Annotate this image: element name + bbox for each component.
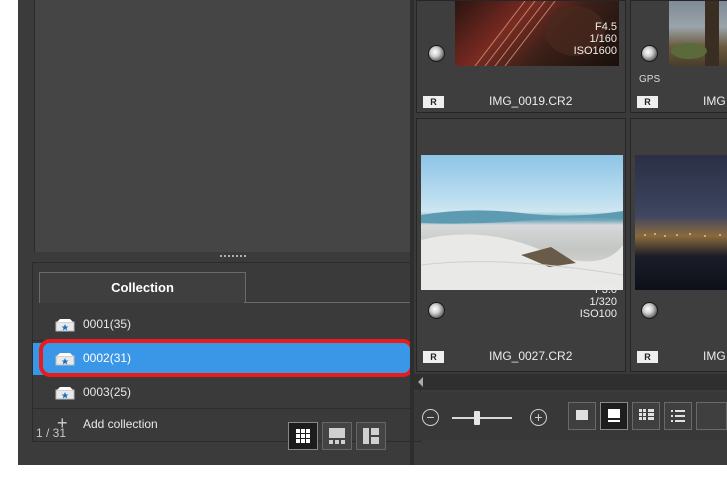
thumbnail-filename: IMG [703, 349, 726, 363]
large-thumbnail-button[interactable] [568, 402, 596, 430]
thumbnail-with-info-button[interactable] [600, 402, 628, 430]
thumbnail-cell[interactable]: GPS R IMG [630, 0, 727, 113]
tab-divider [244, 302, 420, 303]
zoom-slider-track[interactable] [452, 417, 512, 419]
zoom-in-icon[interactable]: + [530, 409, 547, 426]
thumbnail-grid: F4.5 1/160 ISO1600 R IMG_0019.CR2 GPS R … [414, 0, 727, 380]
preview-layout-view-button[interactable] [322, 422, 352, 450]
view-mode-switcher [284, 420, 394, 452]
rating-selector-icon[interactable] [428, 45, 445, 62]
thumbnail-image[interactable] [420, 155, 624, 290]
thumbnail-image[interactable] [635, 155, 727, 290]
list-view-button[interactable] [664, 402, 692, 430]
raw-badge: R [637, 351, 658, 363]
rating-selector-icon[interactable] [428, 302, 445, 319]
collection-item-label: 0002(31) [83, 351, 132, 365]
add-collection-label: Add collection [83, 417, 158, 431]
collection-item-0002[interactable]: 0002(31) [33, 343, 420, 375]
rating-selector-icon[interactable] [641, 45, 658, 62]
collection-item-label: 0001(35) [83, 317, 132, 331]
side-panel-icon [363, 428, 379, 444]
thumbnail-info-icon [608, 409, 620, 422]
collection-item-0003[interactable]: 0003(25) [33, 377, 420, 409]
collection-item-label: 0003(25) [83, 385, 132, 399]
thumbnail-cell[interactable]: R IMG [630, 118, 727, 372]
compare-view-button[interactable] [356, 422, 386, 450]
gps-label: GPS [639, 74, 661, 85]
horizontal-scrollbar[interactable] [414, 374, 727, 390]
tree-photo [671, 1, 719, 66]
raw-badge: R [637, 96, 658, 108]
collection-box-icon [55, 387, 75, 400]
thumbnail-grid-view-button[interactable] [288, 422, 318, 450]
zoom-out-icon[interactable]: − [422, 409, 439, 426]
panel-splitter[interactable] [34, 252, 419, 260]
thumbnail-cell[interactable]: F4.5 1/160 ISO1600 R IMG_0019.CR2 [416, 0, 626, 113]
splitter-grip-icon[interactable] [220, 255, 248, 257]
thumbnail-filename: IMG_0027.CR2 [489, 349, 573, 363]
thumbnail-filename: IMG_0019.CR2 [489, 94, 573, 108]
aperture-value: F4.5 [594, 21, 617, 33]
raw-badge: R [423, 96, 444, 108]
shutter-value: 1/320 [589, 296, 617, 308]
thumbnail-cell[interactable]: F3.0 1/320 ISO100 R IMG_0027.CR2 [416, 118, 626, 372]
small-thumbnail-button[interactable] [632, 402, 660, 430]
collection-item-0001[interactable]: 0001(35) [33, 309, 420, 341]
exif-info: F3.0 1/320 ISO100 [580, 284, 617, 320]
sand-dune-photo [420, 210, 624, 290]
preview-layout-icon [329, 428, 345, 444]
app-window: Collection 0001(35) 0002(31) 0003(25) + … [18, 0, 727, 465]
preview-pane [34, 0, 421, 253]
collection-box-icon [55, 319, 75, 332]
grid-icon [296, 429, 310, 443]
image-count: 1 / 31 [36, 426, 67, 440]
exif-info: F4.5 1/160 ISO1600 [574, 21, 617, 57]
collection-panel: Collection 0001(35) 0002(31) 0003(25) + … [32, 262, 421, 442]
toolbar-more-button[interactable] [696, 402, 727, 430]
aperture-value: F3.0 [594, 284, 617, 296]
shutter-value: 1/160 [589, 33, 617, 45]
single-square-icon [576, 410, 588, 420]
scroll-left-arrow-icon[interactable] [418, 377, 423, 387]
raw-badge: R [423, 351, 444, 363]
tab-collection[interactable]: Collection [39, 272, 246, 303]
small-grid-icon [639, 409, 654, 420]
iso-value: ISO100 [579, 308, 617, 320]
thumbnail-filename: IMG [703, 94, 726, 108]
night-city-photo [644, 233, 721, 237]
list-icon [671, 410, 685, 422]
collection-box-icon [55, 353, 75, 366]
thumbnail-image[interactable] [669, 1, 727, 66]
zoom-slider-handle[interactable] [474, 411, 480, 425]
rating-selector-icon[interactable] [641, 302, 658, 319]
thumbnail-toolbar: − + [414, 392, 727, 440]
iso-value: ISO1600 [573, 45, 617, 57]
